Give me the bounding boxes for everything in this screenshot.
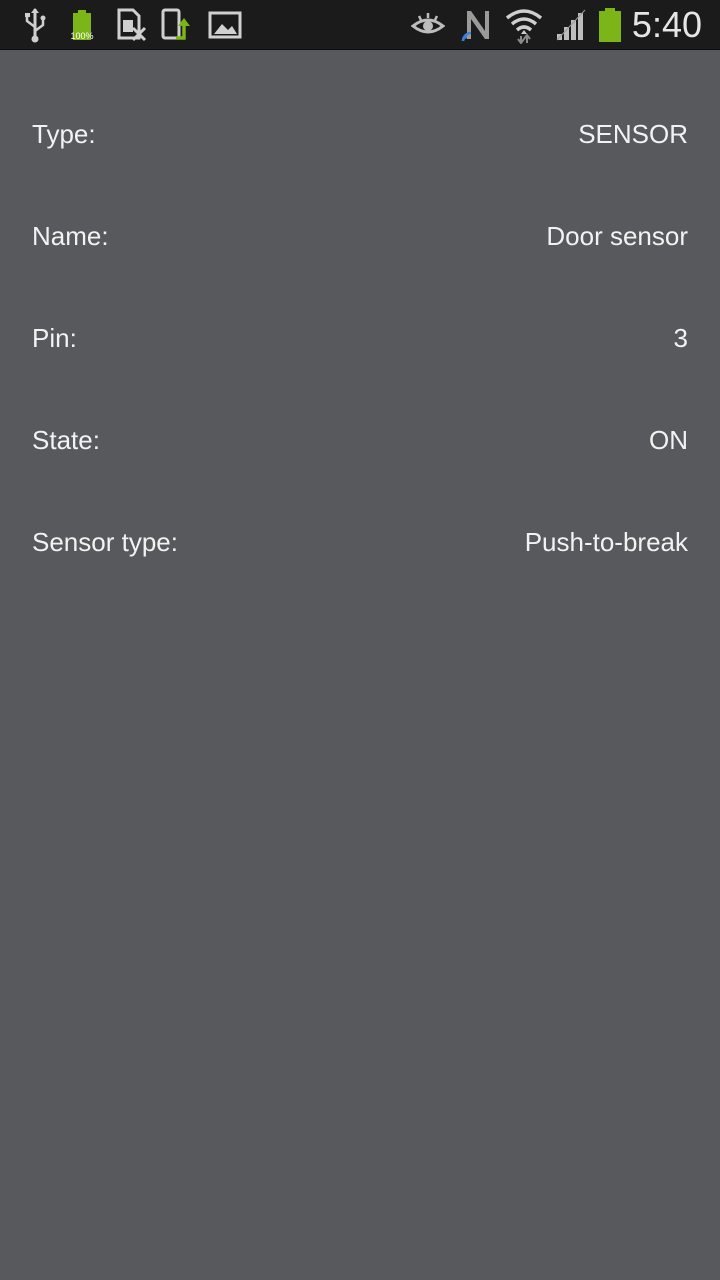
- detail-row-state: State: ON: [32, 415, 688, 465]
- device-details: Type: SENSOR Name: Door sensor Pin: 3 St…: [0, 50, 720, 1280]
- image-icon: [207, 0, 243, 50]
- state-label: State:: [32, 424, 100, 455]
- sensor-type-label: Sensor type:: [32, 526, 178, 557]
- detail-row-sensor-type: Sensor type: Push-to-break: [32, 517, 688, 567]
- type-value: SENSOR: [578, 118, 688, 149]
- detail-row-name: Name: Door sensor: [32, 211, 688, 261]
- wifi-icon: [504, 0, 544, 50]
- state-value: ON: [649, 424, 688, 455]
- detail-row-pin: Pin: 3: [32, 313, 688, 363]
- sensor-type-value: Push-to-break: [524, 526, 688, 557]
- battery-icon: [594, 0, 626, 50]
- type-label: Type:: [32, 118, 96, 149]
- status-bar: 100% 5:40: [0, 0, 720, 50]
- screenshot-upload-icon: [160, 0, 194, 50]
- battery-percent-label: 100%: [70, 31, 94, 41]
- name-label: Name:: [32, 220, 109, 251]
- usb-icon: [20, 0, 50, 50]
- nfc-icon: [460, 0, 494, 50]
- detail-row-type: Type: SENSOR: [32, 109, 688, 159]
- eye-icon: [410, 0, 446, 50]
- pin-label: Pin:: [32, 322, 77, 353]
- battery-full-icon: 100%: [66, 0, 98, 50]
- signal-icon: [554, 0, 590, 50]
- name-value: Door sensor: [546, 220, 688, 251]
- sim-card-x-icon: [114, 0, 148, 50]
- status-clock: 5:40: [631, 4, 702, 45]
- pin-value: 3: [673, 322, 688, 353]
